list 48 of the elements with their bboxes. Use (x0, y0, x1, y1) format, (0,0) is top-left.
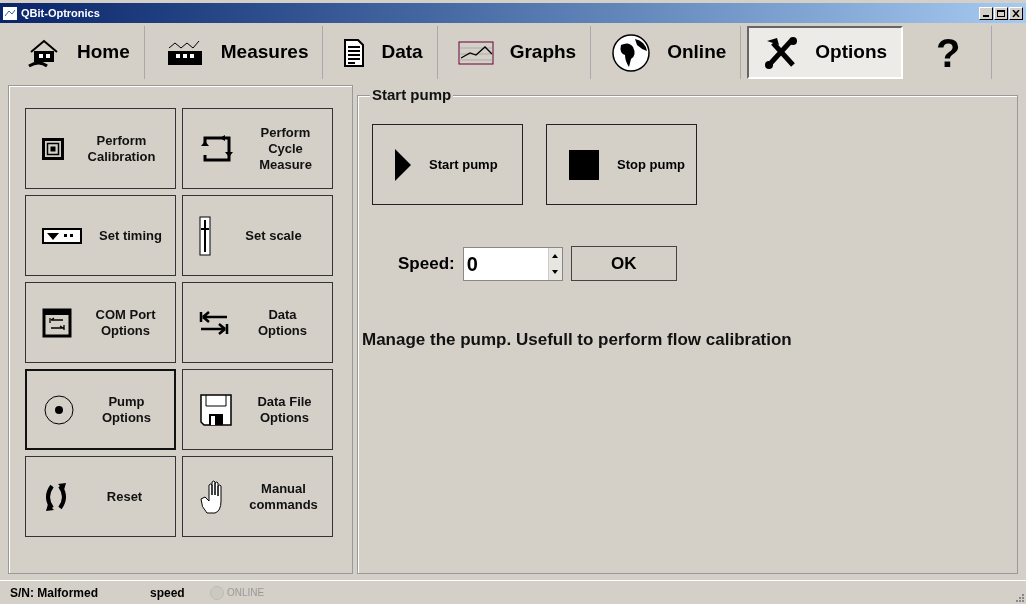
maximize-button[interactable] (994, 6, 1008, 20)
square-icon (42, 137, 64, 160)
ok-button[interactable]: OK (570, 246, 677, 281)
online-label: ONLINE (227, 586, 265, 600)
option-button[interactable]: Set scale (182, 195, 333, 276)
speed-spinner[interactable]: 0 (462, 246, 563, 281)
option-button[interactable]: Data File Options (182, 369, 333, 450)
toolbar-tab[interactable]: Data (329, 26, 438, 79)
option-button[interactable]: Perform Calibration (25, 108, 176, 189)
option-button[interactable]: Set timing (25, 195, 176, 276)
document-icon (343, 37, 366, 68)
resize-grip-icon (1016, 594, 1024, 602)
toolbar-tab[interactable]: Online (597, 26, 742, 79)
toolbar-tab[interactable]: Measures (150, 26, 324, 79)
pump-button[interactable]: Stop pump (546, 124, 697, 205)
tools-icon (763, 34, 800, 71)
minimize-button[interactable] (979, 6, 993, 20)
spin-up-icon[interactable] (552, 253, 559, 258)
option-button[interactable]: Perform Cycle Measure (182, 108, 333, 189)
option-button[interactable]: COM Port Options (25, 282, 176, 363)
window-title: QBit-Optronics (21, 5, 100, 21)
serial-number: S/N: Malformed (10, 584, 99, 602)
option-button[interactable]: Pump Options (25, 369, 176, 450)
help-button[interactable]: ? (906, 26, 992, 79)
toolbar-tab[interactable]: Options (747, 26, 904, 79)
description-text: Manage the pump. Usefull to perform flow calibration (362, 329, 793, 351)
toolbar-tab[interactable]: Home (13, 26, 145, 79)
pump-button[interactable]: Start pump (372, 124, 523, 205)
spin-down-icon[interactable] (552, 269, 559, 274)
cycle-icon (199, 133, 235, 164)
port-icon (42, 307, 72, 338)
slider-icon (199, 215, 211, 256)
stop-icon (569, 149, 599, 180)
dropdown-icon (42, 227, 82, 244)
close-button[interactable] (1009, 6, 1023, 20)
radio-icon (43, 393, 75, 426)
option-button[interactable]: Reset (25, 456, 176, 537)
app-icon (3, 6, 17, 20)
toolbar-tab[interactable]: Graphs (443, 26, 592, 79)
line-chart-icon (457, 38, 494, 67)
speed-label: Speed: (398, 252, 455, 275)
option-button[interactable]: Manual commands (182, 456, 333, 537)
globe-icon (611, 32, 652, 73)
speed-status: speed (150, 584, 186, 602)
option-button[interactable]: Data Options (182, 282, 333, 363)
floppy-icon (199, 392, 233, 427)
close-icon (1012, 9, 1020, 17)
play-icon (395, 148, 411, 181)
